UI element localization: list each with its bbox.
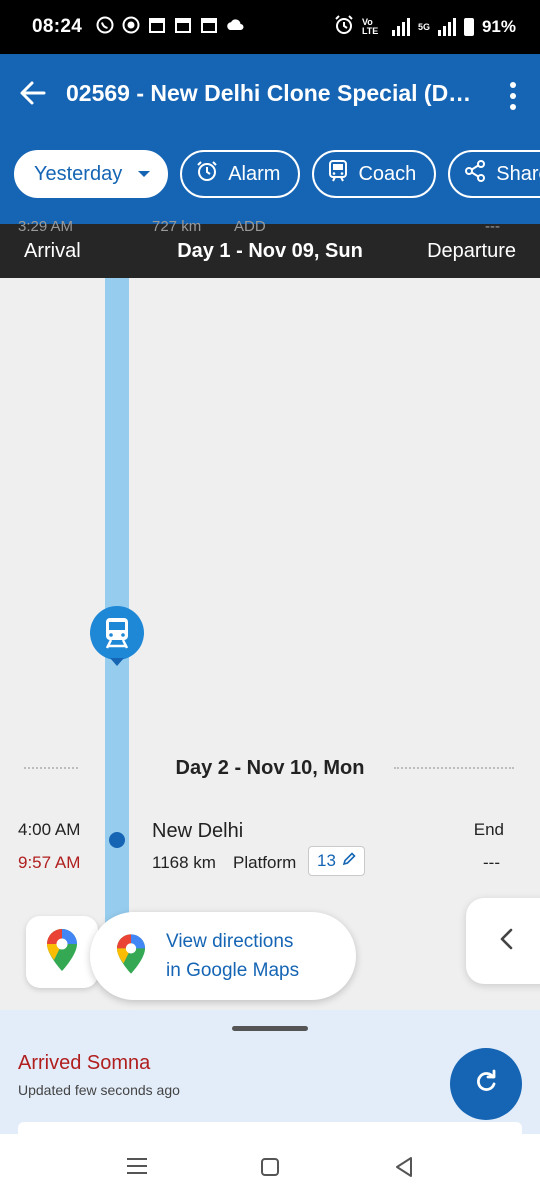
- departure-end-label: End: [473, 820, 504, 839]
- actual-arrival-time: 9:57 AM: [18, 853, 81, 872]
- last-updated: Updated few seconds ago: [18, 1082, 180, 1098]
- system-nav-bar: [0, 1134, 540, 1200]
- previous-station-time: 3:29 AM: [18, 218, 74, 235]
- google-maps-button[interactable]: [26, 916, 98, 988]
- route-track: [105, 224, 129, 924]
- day-label: Day 2 - Nov 10, Mon: [175, 757, 365, 779]
- google-maps-icon: [116, 933, 146, 980]
- pencil-icon: [342, 851, 356, 871]
- coach-chip[interactable]: Coach: [312, 150, 437, 198]
- more-options-icon[interactable]: [508, 82, 518, 110]
- share-chip[interactable]: Share: [448, 150, 540, 198]
- date-selector-label: Yesterday: [34, 162, 123, 185]
- app-bar-content: 02569 - New Delhi Clone Special (D… Yest…: [0, 0, 540, 224]
- station-dot: [109, 832, 125, 848]
- back-arrow-icon[interactable]: [18, 78, 48, 108]
- day-header: 3:29 AM 727 km ADD --- Arrival Day 1 - N…: [0, 218, 540, 278]
- train-coach-icon: [328, 160, 348, 188]
- share-label: Share: [496, 162, 540, 185]
- alarm-chip[interactable]: Alarm: [180, 150, 301, 198]
- collapse-panel-button[interactable]: [466, 898, 540, 984]
- status-bottom-sheet[interactable]: Arrived Somna Updated few seconds ago: [0, 1010, 540, 1142]
- train-title: 02569 - New Delhi Clone Special (D…: [66, 80, 472, 106]
- date-selector-chip[interactable]: Yesterday: [14, 150, 169, 198]
- action-chips: Yesterday Alarm Coach Share: [14, 150, 540, 198]
- view-directions-line1: View directions: [166, 931, 294, 952]
- back-triangle-icon[interactable]: [394, 1156, 414, 1178]
- refresh-button[interactable]: [450, 1048, 522, 1120]
- chevron-left-icon: [498, 928, 514, 955]
- actual-departure: ---: [483, 853, 500, 872]
- train-location-icon[interactable]: [90, 606, 144, 666]
- station-distance: 1168 km: [152, 853, 216, 872]
- chevron-down-icon: [138, 171, 151, 177]
- previous-station-distance: 727 km: [152, 218, 202, 235]
- previous-station-add: ADD: [234, 218, 266, 235]
- view-directions-label: View directions in Google Maps: [166, 927, 299, 985]
- alarm-clock-icon: [196, 160, 218, 188]
- previous-station-dash: ---: [485, 218, 500, 235]
- departure-column-label: Departure: [427, 240, 516, 262]
- platform-label: Platform: [233, 853, 297, 872]
- view-directions-line2: in Google Maps: [166, 960, 300, 981]
- drag-handle[interactable]: [232, 1026, 308, 1031]
- platform-number: 13: [317, 851, 336, 870]
- train-status: Arrived Somna: [18, 1052, 151, 1074]
- view-directions-button[interactable]: View directions in Google Maps: [90, 912, 356, 1000]
- recent-apps-icon[interactable]: [127, 1158, 147, 1174]
- share-icon: [464, 160, 486, 188]
- google-maps-icon: [46, 928, 78, 977]
- home-icon[interactable]: [261, 1158, 279, 1176]
- coach-label: Coach: [358, 162, 417, 185]
- alarm-label: Alarm: [228, 162, 281, 185]
- scheduled-arrival-time: 4:00 AM: [18, 820, 81, 839]
- refresh-icon: [473, 1069, 499, 1100]
- platform-edit-button[interactable]: 13: [308, 846, 365, 876]
- station-name[interactable]: New Delhi: [152, 820, 243, 843]
